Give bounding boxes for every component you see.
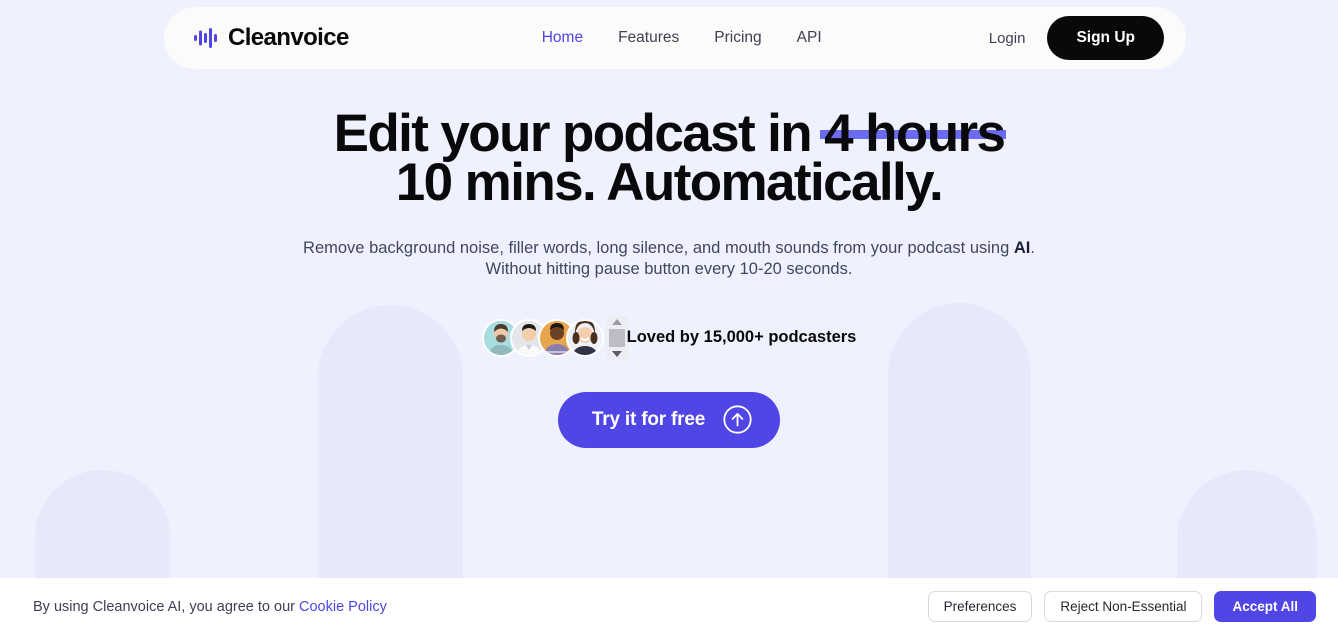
nav-item-home[interactable]: Home <box>542 29 583 47</box>
scrollbar-thumb[interactable] <box>608 328 625 347</box>
subtitle-part-2: . <box>1030 238 1035 257</box>
login-link[interactable]: Login <box>989 30 1026 47</box>
brand-logo[interactable]: Cleanvoice <box>194 24 349 52</box>
cookie-reject-button[interactable]: Reject Non-Essential <box>1044 591 1203 622</box>
social-proof: Loved by 15,000+ podcasters <box>481 315 857 360</box>
brand-name: Cleanvoice <box>228 24 349 51</box>
cookie-preferences-button[interactable]: Preferences <box>927 591 1033 622</box>
cookie-accept-all-button[interactable]: Accept All <box>1214 591 1316 622</box>
social-proof-label: Loved by 15,000+ podcasters <box>626 328 857 346</box>
avatar <box>565 318 604 357</box>
header-actions: Login Sign Up <box>989 16 1164 60</box>
subtitle-bold-ai: AI <box>1013 238 1031 257</box>
cookie-consent-banner: By using Cleanvoice AI, you agree to our… <box>0 578 1338 635</box>
signup-button[interactable]: Sign Up <box>1047 16 1164 60</box>
hero-subtitle: Remove background noise, filler words, l… <box>303 238 1035 280</box>
nav-item-pricing[interactable]: Pricing <box>714 29 761 47</box>
subtitle-line-2: Without hitting pause button every 10-20… <box>485 259 853 278</box>
nav-item-api[interactable]: API <box>797 29 822 47</box>
cookie-banner-actions: Preferences Reject Non-Essential Accept … <box>927 591 1316 622</box>
headline-line-2: 10 mins. Automatically. <box>395 152 944 212</box>
arrow-up-circle-icon <box>723 405 752 434</box>
broken-image-scrollbar-icon[interactable] <box>605 315 628 360</box>
waveform-icon <box>194 28 220 48</box>
scroll-down-arrow-icon[interactable] <box>611 350 622 357</box>
cta-label: Try it for free <box>591 408 706 430</box>
nav-item-features[interactable]: Features <box>618 29 679 47</box>
site-header: Cleanvoice Home Features Pricing API Log… <box>164 7 1186 69</box>
hero-section: Edit your podcast in 4 hours 10 mins. Au… <box>0 0 1338 578</box>
cookie-banner-text: By using Cleanvoice AI, you agree to our… <box>33 599 387 615</box>
scroll-up-arrow-icon[interactable] <box>611 318 622 325</box>
try-it-for-free-button[interactable]: Try it for free <box>557 391 781 448</box>
cookie-text-prefix: By using Cleanvoice AI, you agree to our <box>33 598 299 615</box>
page-root: Cleanvoice Home Features Pricing API Log… <box>0 0 1338 635</box>
headline-struck-text: 4 hours <box>820 103 1007 163</box>
main-nav: Home Features Pricing API <box>542 29 822 47</box>
subtitle-part-1: Remove background noise, filler words, l… <box>303 238 1014 257</box>
page-title: Edit your podcast in 4 hours 10 mins. Au… <box>334 103 1007 212</box>
cookie-policy-link[interactable]: Cookie Policy <box>299 599 387 615</box>
avatar-stack <box>481 318 604 357</box>
